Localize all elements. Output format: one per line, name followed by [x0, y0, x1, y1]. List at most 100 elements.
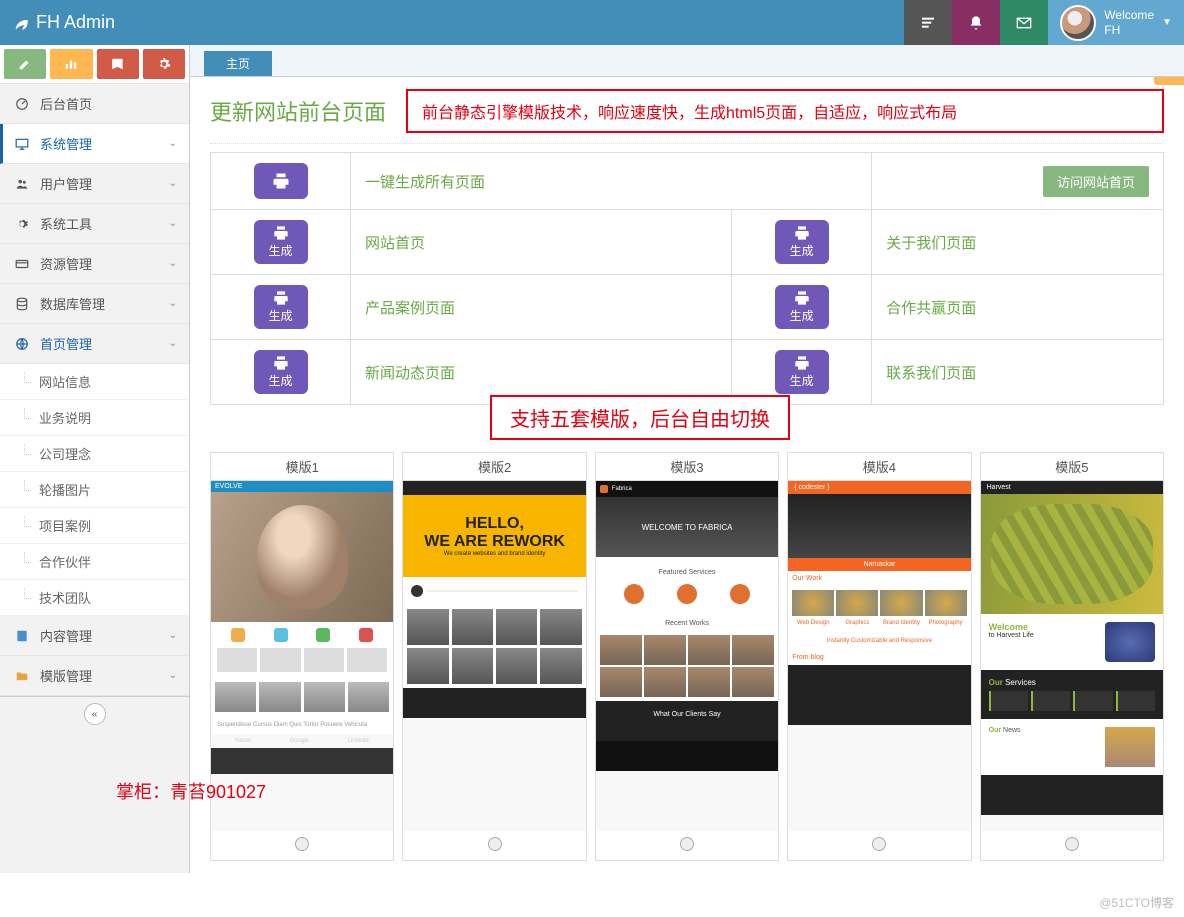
generate-button[interactable]: 生成: [254, 220, 308, 264]
pencil-icon: [18, 57, 32, 71]
template-title: 模版1: [211, 453, 393, 481]
template-radio-5[interactable]: [1065, 837, 1079, 851]
nav-messages-button[interactable]: [1000, 0, 1048, 45]
tasks-icon: [920, 15, 936, 31]
brand-label: FH Admin: [36, 12, 115, 33]
chevron-down-icon: ⌄: [169, 138, 177, 149]
sidebar-item-system[interactable]: 系统管理 ⌄: [0, 124, 189, 164]
bell-icon: [968, 15, 984, 31]
sidebar-label: 用户管理: [40, 174, 92, 193]
users-icon: [12, 177, 32, 191]
folder-icon: [12, 669, 32, 683]
sub-item-business[interactable]: 业务说明: [0, 400, 189, 436]
red-note-2: 支持五套模版，后台自由切换: [490, 395, 790, 440]
template-radio-4[interactable]: [872, 837, 886, 851]
sidebar-label: 系统工具: [40, 214, 92, 233]
sub-item-partners[interactable]: 合作伙伴: [0, 544, 189, 580]
red-note-box: 前台静态引擎模版技术，响应速度快，生成html5页面，自适应，响应式布局: [406, 89, 1164, 133]
template-card-4[interactable]: 模版4 { codester } Namaskar Our Work Web D…: [787, 452, 971, 861]
sidebar-label: 模版管理: [40, 666, 92, 685]
template-radio-3[interactable]: [680, 837, 694, 851]
row-label: 合作共赢页面: [886, 300, 976, 317]
template-radio-1[interactable]: [295, 837, 309, 851]
templates-row: 模版1 EVOLVE Suspendisse Cursus Diam Quis …: [210, 452, 1164, 861]
template-card-5[interactable]: 模版5 Harvest Welcometo Harvest Life Our O…: [980, 452, 1164, 861]
sidebar-item-homepage[interactable]: 首页管理 ⌄: [0, 324, 189, 364]
globe-icon: [12, 337, 32, 351]
sub-item-cases[interactable]: 项目案例: [0, 508, 189, 544]
sidebar-item-dashboard[interactable]: 后台首页: [0, 84, 189, 124]
tab-home[interactable]: 主页: [204, 51, 272, 76]
printer-icon: [794, 290, 810, 306]
book-icon: [12, 629, 32, 643]
tool-settings[interactable]: [143, 49, 185, 79]
sidebar-item-users[interactable]: 用户管理 ⌄: [0, 164, 189, 204]
sub-item-siteinfo[interactable]: 网站信息: [0, 364, 189, 400]
row-label: 一键生成所有页面: [365, 174, 485, 191]
tool-stats[interactable]: [50, 49, 92, 79]
generate-all-button[interactable]: [254, 163, 308, 199]
watermark-2: @51CTO博客: [1099, 894, 1174, 911]
sidebar-item-resources[interactable]: 资源管理 ⌄: [0, 244, 189, 284]
template-title: 模版5: [981, 453, 1163, 481]
tabs-bar: 主页: [190, 45, 1184, 77]
chevron-down-icon: ▼: [1162, 17, 1172, 28]
user-menu[interactable]: Welcome FH ▼: [1048, 0, 1184, 45]
sidebar-item-database[interactable]: 数据库管理 ⌄: [0, 284, 189, 324]
template-card-2[interactable]: 模版2 HELLO,WE ARE REWORKWe create website…: [402, 452, 586, 861]
generate-button[interactable]: 生成: [775, 220, 829, 264]
nav-tasks-button[interactable]: [904, 0, 952, 45]
chevron-down-icon: ⌄: [169, 298, 177, 309]
sidebar-item-templates[interactable]: 模版管理 ⌄: [0, 656, 189, 696]
sub-item-carousel[interactable]: 轮播图片: [0, 472, 189, 508]
collapse-button[interactable]: «: [84, 703, 106, 725]
table-row: 一键生成所有页面 访问网站首页: [211, 153, 1164, 210]
sidebar-sub-homepage: 网站信息 业务说明 公司理念 轮播图片 项目案例 合作伙伴 技术团队: [0, 364, 189, 616]
chevron-down-icon: ⌄: [169, 218, 177, 229]
generate-button[interactable]: 生成: [254, 350, 308, 394]
chevron-down-icon: ⌄: [169, 670, 177, 681]
avatar: [1060, 5, 1096, 41]
template-thumbnail: { codester } Namaskar Our Work Web Desig…: [788, 481, 970, 831]
navbar: FH Admin Welcome FH ▼: [0, 0, 1184, 45]
gear-icon: [157, 57, 171, 71]
sidebar-label: 资源管理: [40, 254, 92, 273]
visit-site-button[interactable]: 访问网站首页: [1043, 166, 1149, 197]
template-radio-2[interactable]: [488, 837, 502, 851]
printer-icon: [794, 355, 810, 371]
row-label: 新闻动态页面: [365, 365, 455, 382]
chevron-down-icon: ⌄: [169, 630, 177, 641]
generate-button[interactable]: 生成: [775, 350, 829, 394]
template-card-3[interactable]: 模版3 Fabrica WELCOME TO FABRICA Featured …: [595, 452, 779, 861]
row-label: 产品案例页面: [365, 300, 455, 317]
generate-button[interactable]: 生成: [775, 285, 829, 329]
printer-icon: [272, 172, 290, 190]
sidebar-label: 内容管理: [40, 626, 92, 645]
template-thumbnail: HELLO,WE ARE REWORKWe create websites an…: [403, 481, 585, 831]
sidebar-label: 系统管理: [40, 134, 92, 153]
printer-icon: [273, 290, 289, 306]
row-label: 关于我们页面: [886, 235, 976, 252]
nav-notifications-button[interactable]: [952, 0, 1000, 45]
chevron-down-icon: ⌄: [169, 338, 177, 349]
sub-item-team[interactable]: 技术团队: [0, 580, 189, 616]
book-icon: [111, 57, 125, 71]
watermark: 掌柜：青苔901027: [116, 778, 266, 804]
sidebar-item-tools[interactable]: 系统工具 ⌄: [0, 204, 189, 244]
sub-item-philosophy[interactable]: 公司理念: [0, 436, 189, 472]
database-icon: [12, 297, 32, 311]
sidebar-label: 后台首页: [40, 94, 92, 113]
table-row: 生成 网站首页 生成 关于我们页面: [211, 210, 1164, 275]
generate-button[interactable]: 生成: [254, 285, 308, 329]
dashboard-icon: [12, 97, 32, 111]
tool-edit[interactable]: [4, 49, 46, 79]
sidebar-item-content[interactable]: 内容管理 ⌄: [0, 616, 189, 656]
sidebar: 后台首页 系统管理 ⌄ 用户管理 ⌄ 系统工具 ⌄ 资源管理 ⌄: [0, 45, 190, 873]
card-icon: [12, 257, 32, 271]
tool-book[interactable]: [97, 49, 139, 79]
brand[interactable]: FH Admin: [0, 12, 115, 33]
generate-table: 一键生成所有页面 访问网站首页 生成 网站首页 生成 关于我们页面 生成 产品案…: [210, 152, 1164, 405]
table-row: 生成 产品案例页面 生成 合作共赢页面: [211, 275, 1164, 340]
navbar-right: Welcome FH ▼: [904, 0, 1184, 45]
user-text: Welcome FH: [1104, 8, 1154, 37]
